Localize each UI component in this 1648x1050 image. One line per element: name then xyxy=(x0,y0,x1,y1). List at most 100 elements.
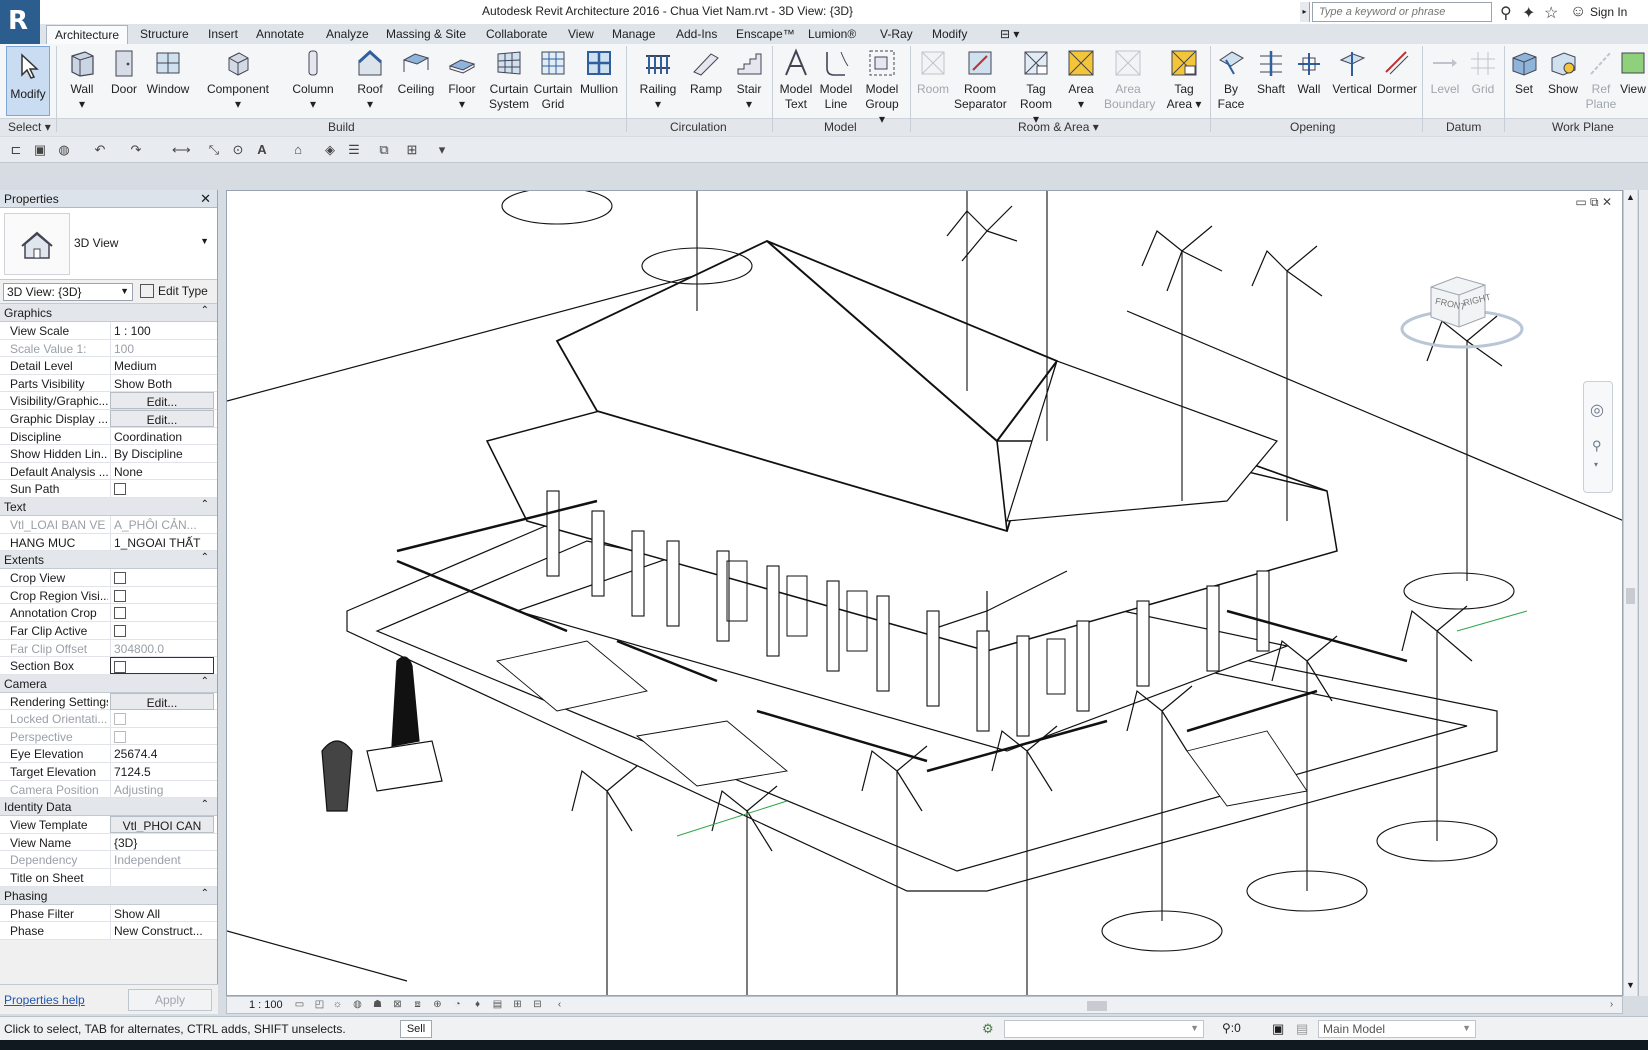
edit-button[interactable]: Edit... xyxy=(110,692,214,710)
reveal-hidden-icon[interactable]: ♦ xyxy=(471,999,484,1012)
tag-room-button[interactable]: Tag Room ▾ xyxy=(1016,48,1056,127)
tab-lumion[interactable]: Lumion® xyxy=(808,27,856,41)
prop-value[interactable]: {3D} xyxy=(110,833,214,851)
dormer-button[interactable]: Dormer xyxy=(1376,48,1418,97)
measure-icon[interactable]: ⟷ xyxy=(172,142,191,158)
crop-view-checkbox[interactable] xyxy=(114,572,126,585)
type-selector[interactable]: 3D View ▼ xyxy=(0,208,217,280)
room-button[interactable]: Room xyxy=(916,48,950,97)
prop-view-name[interactable]: View Name {3D} xyxy=(0,833,217,852)
vertical-opening-button[interactable]: Vertical xyxy=(1332,48,1372,97)
worksets-icon[interactable]: ⚙ xyxy=(982,1021,994,1037)
apply-button[interactable]: Apply xyxy=(128,989,212,1011)
group-extents[interactable]: Extents ⌃ xyxy=(0,551,217,570)
model-line-button[interactable]: Model Line xyxy=(818,48,854,112)
chevron-down-icon[interactable]: ▼ xyxy=(200,236,209,246)
minimize-icon[interactable]: ▭ xyxy=(1575,195,1586,209)
tab-structure[interactable]: Structure xyxy=(140,27,189,41)
group-graphics[interactable]: Graphics ⌃ xyxy=(0,304,217,322)
ramp-button[interactable]: Ramp xyxy=(688,48,724,97)
tab-massing-site[interactable]: Massing & Site xyxy=(386,27,466,41)
prop-far-clip-active[interactable]: Far Clip Active xyxy=(0,621,217,640)
viewcube[interactable]: FRONT RIGHT xyxy=(1397,267,1527,357)
door-button[interactable]: Door xyxy=(106,48,142,97)
analytical-model-icon[interactable]: ⊞ xyxy=(511,999,524,1012)
prop-value[interactable]: None xyxy=(110,462,214,480)
tab-architecture[interactable]: Architecture xyxy=(46,25,129,45)
filter-indicator[interactable]: ⚲:0 xyxy=(1222,1021,1241,1035)
prop-value[interactable]: Show Both xyxy=(110,374,214,392)
opening-by-face-button[interactable]: By Face xyxy=(1214,48,1248,112)
tab-modify[interactable]: Modify xyxy=(932,27,967,41)
rendering-icon[interactable]: ☗ xyxy=(371,999,384,1012)
edit-button[interactable]: Edit... xyxy=(110,392,214,410)
save-icon[interactable]: ▣ xyxy=(32,142,48,158)
lock-view-icon[interactable]: ⊕ xyxy=(431,999,444,1012)
prop-value[interactable]: Coordination xyxy=(110,427,214,445)
default-3d-view-icon[interactable]: ⌂ xyxy=(290,142,306,158)
sun-path-checkbox[interactable] xyxy=(114,483,126,496)
search-expand-icon[interactable]: ▸ xyxy=(1300,2,1310,22)
temporary-hide-icon[interactable]: ◔ xyxy=(451,999,464,1012)
prop-view-template[interactable]: View Template Vtl_PHOI CAN xyxy=(0,816,217,834)
sync-icon[interactable]: ◍ xyxy=(56,142,72,158)
prop-crop-region-visible[interactable]: Crop Region Visi... xyxy=(0,586,217,605)
zoom-dropdown-icon[interactable]: ▾ xyxy=(1594,460,1598,469)
prop-value[interactable]: 25674.4 xyxy=(110,745,214,763)
area-button[interactable]: Area ▾ xyxy=(1064,48,1098,112)
ceiling-button[interactable]: Ceiling xyxy=(396,48,436,97)
prop-show-hidden-lines[interactable]: Show Hidden Lin... By Discipline xyxy=(0,445,217,463)
undo-icon[interactable]: ↶ xyxy=(92,142,108,158)
edit-button[interactable]: Edit... xyxy=(110,409,214,427)
communication-icon[interactable]: ✦ xyxy=(1522,3,1535,23)
column-button[interactable]: Column ▾ xyxy=(290,48,336,112)
steering-wheel-icon[interactable]: ◎ xyxy=(1590,400,1604,420)
section-box-checkbox[interactable] xyxy=(114,661,126,674)
group-text[interactable]: Text ⌃ xyxy=(0,497,217,516)
tag-icon[interactable]: ⊙ xyxy=(230,142,246,158)
opening-wall-button[interactable]: Wall xyxy=(1292,48,1326,97)
scroll-down-icon[interactable]: ▼ xyxy=(1626,980,1635,990)
room-area-panel-dropdown[interactable]: Room & Area ▾ xyxy=(1018,120,1099,134)
model-text-button[interactable]: Model Text xyxy=(778,48,814,112)
prop-eye-elevation[interactable]: Eye Elevation 25674.4 xyxy=(0,745,217,764)
ref-plane-button[interactable]: Ref Plane xyxy=(1584,48,1618,112)
mullion-button[interactable]: Mullion xyxy=(578,48,620,97)
horizontal-scrollbar-thumb[interactable] xyxy=(1087,1001,1107,1011)
prop-detail-level[interactable]: Detail Level Medium xyxy=(0,357,217,375)
scroll-up-icon[interactable]: ▲ xyxy=(1626,192,1635,202)
railing-button[interactable]: Railing ▾ xyxy=(636,48,680,112)
prop-value[interactable]: 1_NGOAI THẤT xyxy=(110,533,214,551)
prop-sun-path[interactable]: Sun Path xyxy=(0,480,217,498)
design-option-dropdown[interactable]: Main Model ▼ xyxy=(1318,1020,1476,1038)
zoom-icon[interactable]: ⚲ xyxy=(1592,438,1602,454)
prop-value[interactable]: 7124.5 xyxy=(110,763,214,781)
show-crop-icon[interactable]: ⧈ xyxy=(411,999,424,1012)
tab-annotate[interactable]: Annotate xyxy=(256,27,304,41)
switch-windows-icon[interactable]: ⊞ xyxy=(404,142,420,158)
viewer-button[interactable]: View xyxy=(1618,48,1648,97)
prop-graphic-display[interactable]: Graphic Display ... Edit... xyxy=(0,409,217,428)
show-workplane-button[interactable]: Show xyxy=(1546,48,1580,97)
prop-annotation-crop[interactable]: Annotation Crop xyxy=(0,604,217,622)
search-input[interactable] xyxy=(1312,2,1492,22)
prop-value[interactable]: Show All xyxy=(110,904,214,922)
crop-view-icon[interactable]: ⊠ xyxy=(391,999,404,1012)
prop-rendering-settings[interactable]: Rendering Settings Edit... xyxy=(0,692,217,711)
prop-phase-filter[interactable]: Phase Filter Show All xyxy=(0,904,217,923)
select-panel-dropdown[interactable]: Select ▾ xyxy=(8,120,51,134)
close-icon[interactable]: ✕ xyxy=(200,191,211,207)
prop-value[interactable]: Medium xyxy=(110,357,214,375)
room-separator-button[interactable]: Room Separator xyxy=(954,48,1007,112)
temporary-view-properties-icon[interactable]: ▤ xyxy=(491,999,504,1012)
restore-icon[interactable]: ⧉ xyxy=(1590,195,1599,209)
binoculars-icon[interactable]: ⚲ xyxy=(1500,3,1512,23)
selection-indicator[interactable]: Sell xyxy=(400,1020,432,1038)
3d-view-canvas[interactable]: ▭ ⧉ ✕ FRONT RIGHT ◎ ⚲ ▾ xyxy=(226,190,1623,996)
prop-crop-view[interactable]: Crop View xyxy=(0,569,217,587)
text-icon[interactable]: A xyxy=(254,142,270,158)
workset-dropdown[interactable]: ▼ xyxy=(1004,1020,1204,1038)
group-phasing[interactable]: Phasing ⌃ xyxy=(0,886,217,905)
prop-target-elevation[interactable]: Target Elevation 7124.5 xyxy=(0,763,217,781)
tab-vray[interactable]: V-Ray xyxy=(880,27,913,41)
